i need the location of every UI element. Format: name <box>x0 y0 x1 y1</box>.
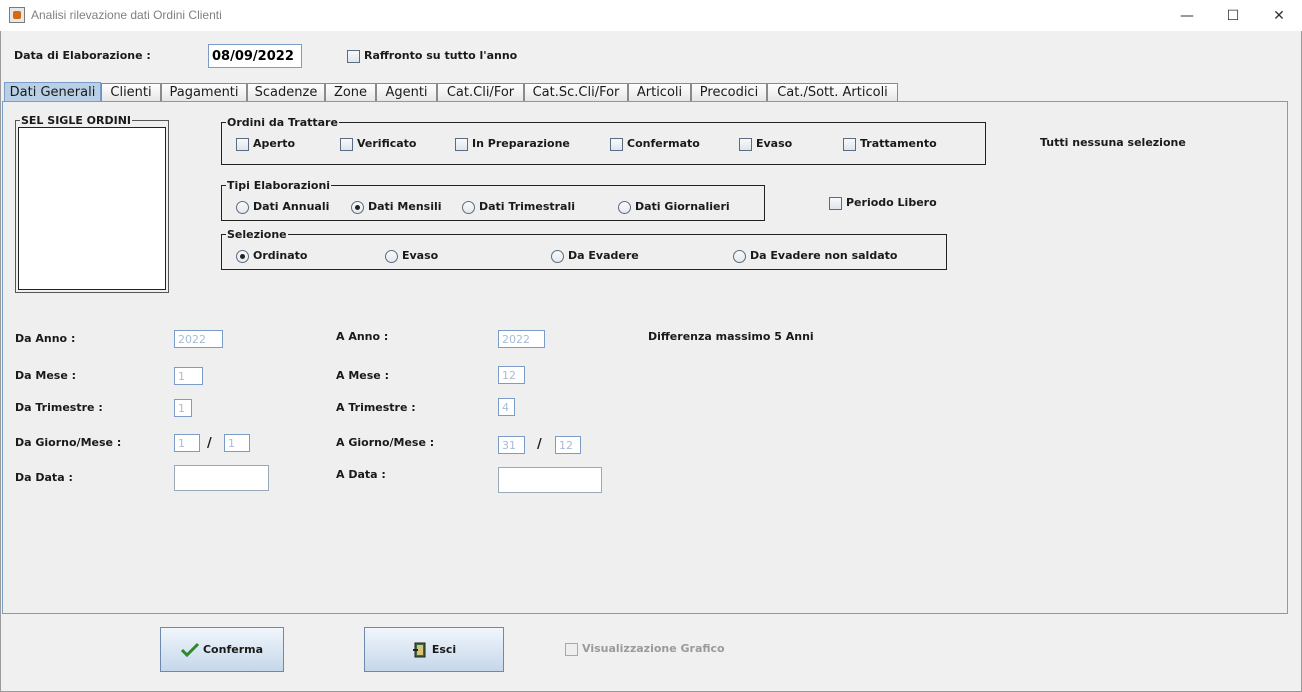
tab-cat-sott-articoli[interactable]: Cat./Sott. Articoli <box>767 83 898 101</box>
a-giorno-field[interactable]: 31 <box>498 436 525 454</box>
visualizzazione-grafico-label: Visualizzazione Grafico <box>582 642 725 655</box>
conferma-button[interactable]: Conferma <box>160 627 284 672</box>
tab-clienti[interactable]: Clienti <box>101 83 161 101</box>
tab-articoli[interactable]: Articoli <box>628 83 691 101</box>
da-mese-gm-field[interactable]: 1 <box>224 434 250 452</box>
da-giorno-field[interactable]: 1 <box>174 434 200 452</box>
tab-panel-dati-generali <box>2 101 1288 614</box>
verificato-label: Verificato <box>357 137 417 150</box>
tab-zone[interactable]: Zone <box>325 83 376 101</box>
esci-button[interactable]: Esci <box>364 627 504 672</box>
exit-door-icon <box>412 642 426 657</box>
tab-agenti[interactable]: Agenti <box>376 83 437 101</box>
evaso-radio[interactable] <box>385 250 398 263</box>
a-trimestre-label: A Trimestre : <box>336 401 416 414</box>
da-giorno-mese-label: Da Giorno/Mese : <box>15 436 122 449</box>
visualizzazione-grafico-checkbox[interactable] <box>565 643 578 656</box>
in-preparazione-checkbox[interactable] <box>455 138 468 151</box>
java-app-icon <box>9 7 25 23</box>
da-mese-field[interactable]: 1 <box>174 367 203 385</box>
tab-cat-sc-cli-for[interactable]: Cat.Sc.Cli/For <box>524 83 628 101</box>
trattamento-checkbox[interactable] <box>843 138 856 151</box>
minimize-button[interactable]: — <box>1164 0 1210 31</box>
a-anno-label: A Anno : <box>336 330 389 343</box>
tab-dati-generali[interactable]: Dati Generali <box>4 82 101 102</box>
a-trimestre-field[interactable]: 4 <box>498 398 515 416</box>
da-evadere-non-saldato-radio[interactable] <box>733 250 746 263</box>
a-mese-label: A Mese : <box>336 369 389 382</box>
raffronto-checkbox[interactable] <box>347 50 360 63</box>
evaso-checkbox[interactable] <box>739 138 752 151</box>
sigle-ordini-list[interactable] <box>18 127 166 290</box>
slash-separator: / <box>537 437 542 452</box>
verificato-checkbox[interactable] <box>340 138 353 151</box>
slash-separator: / <box>207 436 212 451</box>
da-anno-field[interactable]: 2022 <box>174 330 223 348</box>
trattamento-label: Trattamento <box>860 137 937 150</box>
da-mese-label: Da Mese : <box>15 369 77 382</box>
dati-trimestrali-radio[interactable] <box>462 201 475 214</box>
dati-giornalieri-label: Dati Giornalieri <box>635 200 730 213</box>
checkmark-icon <box>180 642 199 657</box>
ordini-legend: Ordini da Trattare <box>227 116 338 129</box>
confermato-label: Confermato <box>627 137 700 150</box>
da-data-label: Da Data : <box>15 471 73 484</box>
tipi-legend: Tipi Elaborazioni <box>227 179 331 192</box>
da-data-field[interactable] <box>174 465 269 491</box>
close-button[interactable]: ✕ <box>1256 0 1302 31</box>
da-evadere-radio[interactable] <box>551 250 564 263</box>
a-giorno-mese-label: A Giorno/Mese : <box>336 436 435 449</box>
dati-giornalieri-radio[interactable] <box>618 201 631 214</box>
ordinato-label: Ordinato <box>253 249 308 262</box>
a-anno-field[interactable]: 2022 <box>498 330 545 348</box>
dati-mensili-radio[interactable] <box>351 201 364 214</box>
radio-selected-dot <box>355 205 360 210</box>
periodo-libero-checkbox[interactable] <box>829 197 842 210</box>
da-evadere-non-saldato-label: Da Evadere non saldato <box>750 249 898 262</box>
a-data-label: A Data : <box>336 468 386 481</box>
data-elaborazione-label: Data di Elaborazione : <box>14 49 151 62</box>
da-anno-label: Da Anno : <box>15 332 76 345</box>
dati-trimestrali-label: Dati Trimestrali <box>479 200 576 213</box>
confermato-checkbox[interactable] <box>610 138 623 151</box>
ordinato-radio[interactable] <box>236 250 249 263</box>
dati-annuali-label: Dati Annuali <box>253 200 330 213</box>
selezione-legend: Selezione <box>227 228 287 241</box>
aperto-label: Aperto <box>253 137 296 150</box>
differenza-note: Differenza massimo 5 Anni <box>648 330 814 343</box>
periodo-libero-label: Periodo Libero <box>846 196 937 209</box>
esci-label: Esci <box>431 643 457 656</box>
raffronto-label: Raffronto su tutto l'anno <box>364 49 518 62</box>
a-data-field[interactable] <box>498 467 602 493</box>
tab-scadenze[interactable]: Scadenze <box>247 83 325 101</box>
aperto-checkbox[interactable] <box>236 138 249 151</box>
maximize-button[interactable]: ☐ <box>1210 0 1256 31</box>
evaso-sel-label: Evaso <box>402 249 439 262</box>
a-mese-field[interactable]: 12 <box>498 366 525 384</box>
dati-annuali-radio[interactable] <box>236 201 249 214</box>
conferma-label: Conferma <box>202 643 264 656</box>
tab-cat-cli-for[interactable]: Cat.Cli/For <box>437 83 524 101</box>
a-mese-gm-field[interactable]: 12 <box>555 436 581 454</box>
da-trimestre-field[interactable]: 1 <box>174 399 192 417</box>
in-preparazione-label: In Preparazione <box>472 137 570 150</box>
tab-pagamenti[interactable]: Pagamenti <box>161 83 247 101</box>
radio-selected-dot <box>240 254 245 259</box>
evaso-label: Evaso <box>756 137 793 150</box>
tutti-nessuna-selezione-link[interactable]: Tutti nessuna selezione <box>1040 136 1186 149</box>
sigle-ordini-title: SEL SIGLE ORDINI <box>21 114 132 127</box>
data-elaborazione-field[interactable]: 08/09/2022 <box>208 44 302 68</box>
da-trimestre-label: Da Trimestre : <box>15 401 103 414</box>
da-evadere-label: Da Evadere <box>568 249 639 262</box>
dati-mensili-label: Dati Mensili <box>368 200 442 213</box>
tab-precodici[interactable]: Precodici <box>691 83 767 101</box>
window-title: Analisi rilevazione dati Ordini Clienti <box>31 8 222 22</box>
